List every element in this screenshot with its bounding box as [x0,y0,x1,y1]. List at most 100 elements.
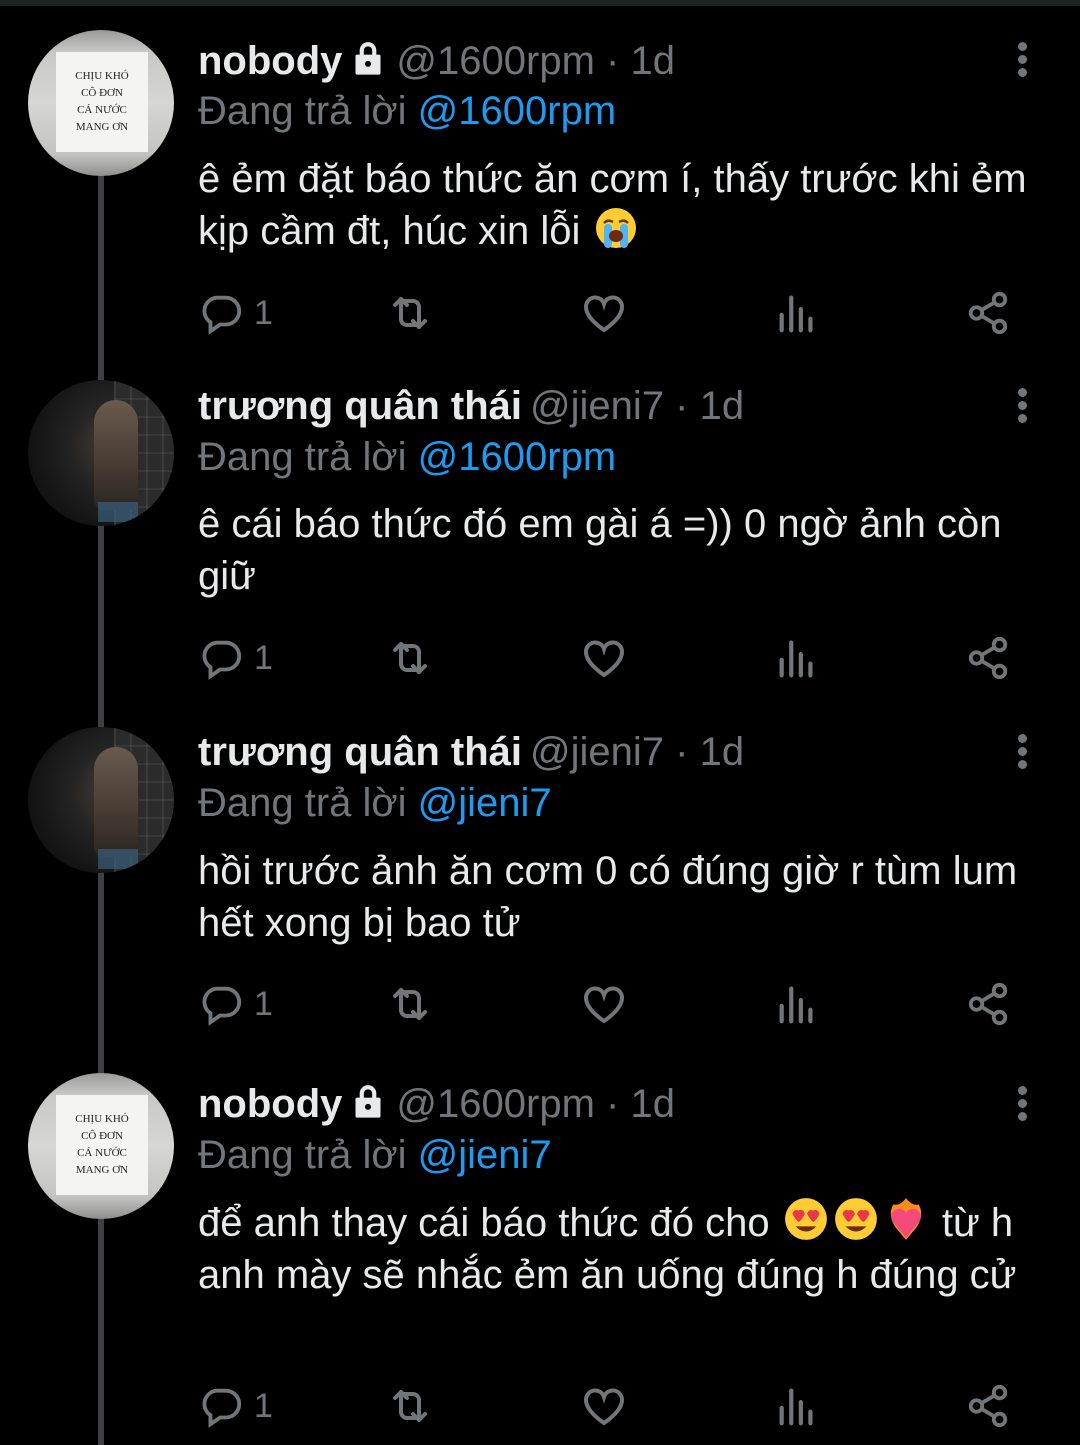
tweet-text: hồi trước ảnh ăn cơm 0 có đúng giờ r tùm… [198,845,1048,949]
bar-chart-icon [774,290,820,336]
heart-icon [580,634,628,682]
handle[interactable]: @1600rpm · 1d [396,1082,675,1126]
more-options-button[interactable] [1010,40,1034,80]
avatar[interactable] [28,727,174,873]
retweet-icon [386,634,434,682]
timestamp: 1d [699,730,745,774]
bar-chart-icon [774,635,820,681]
reply-mention-link[interactable]: @jieni7 [418,781,552,825]
loudly-crying-face-icon [595,208,636,248]
reply-mention-link[interactable]: @1600rpm [418,435,616,479]
sign-line: MANG ƠN [75,1164,129,1176]
retweet-button[interactable] [386,633,434,683]
analytics-button[interactable] [774,1381,820,1431]
sign-line: CÔ ĐƠN [81,1130,123,1142]
lock-icon [348,1081,388,1121]
display-name[interactable]: trương quân thái [198,384,522,428]
tweet-text: để anh thay cái báo thức đó cho từ h anh… [198,1196,1048,1301]
handle[interactable]: @jieni7 · 1d [530,384,744,428]
like-button[interactable] [580,288,628,338]
reply-mention-link[interactable]: @1600rpm [418,89,616,133]
share-icon [965,290,1011,336]
retweet-icon [386,1382,434,1430]
retweet-button[interactable] [386,1381,434,1431]
like-button[interactable] [580,1381,628,1431]
avatar-figure [94,747,138,857]
handle[interactable]: @jieni7 · 1d [530,730,744,774]
heart-icon [580,1382,628,1430]
reply-context: Đang trả lời @1600rpm [198,432,616,482]
heart-on-fire-icon [890,1198,921,1240]
heart-icon [580,289,628,337]
avatar[interactable] [28,380,174,526]
share-button[interactable] [965,633,1011,683]
reply-button[interactable]: 1 [198,979,273,1029]
tweet-header: trương quân thái @jieni7 · 1d [198,727,744,777]
analytics-button[interactable] [774,288,820,338]
more-options-button[interactable] [1010,732,1034,772]
tweet-actions: 1 [0,288,1080,338]
handle-text: @1600rpm [396,1082,595,1126]
avatar-detail [98,849,138,869]
reply-mention-link[interactable]: @jieni7 [418,1133,552,1177]
handle-text: @jieni7 [530,730,665,774]
top-divider [0,0,1080,6]
retweet-icon [386,289,434,337]
share-icon [965,635,1011,681]
reply-prefix: Đang trả lời [198,1133,407,1177]
reply-button[interactable]: 1 [198,288,273,338]
reply-button[interactable]: 1 [198,1381,273,1431]
analytics-button[interactable] [774,979,820,1029]
tweet-text: ê ẻm đặt báo thức ăn cơm í, thấy trước k… [198,153,1048,257]
timestamp: 1d [630,39,675,83]
reply-icon [198,981,244,1027]
share-icon [965,981,1011,1027]
reply-context: Đang trả lời @1600rpm [198,86,616,136]
share-button[interactable] [965,288,1011,338]
sign-line: MANG ƠN [75,121,129,133]
reply-context: Đang trả lời @jieni7 [198,1130,552,1180]
analytics-button[interactable] [774,633,820,683]
lock-icon [348,38,388,78]
tweet-header: nobody @1600rpm · 1d [198,36,675,86]
reply-icon [198,635,244,681]
avatar[interactable]: CHỊU KHÓ CÔ ĐƠN CÁ NƯỚC MANG ƠN [28,30,174,176]
display-name[interactable]: trương quân thái [198,730,522,774]
retweet-button[interactable] [386,288,434,338]
heart-eyes-face-icon [784,1198,827,1240]
bar-chart-icon [774,981,820,1027]
handle[interactable]: @1600rpm · 1d [396,39,675,83]
sign-line: CÁ NƯỚC [77,1147,127,1159]
like-button[interactable] [580,633,628,683]
bar-chart-icon [774,1383,820,1429]
tweet-text-before: để anh thay cái báo thức đó cho [198,1201,770,1245]
handle-text: @jieni7 [530,384,665,428]
retweet-button[interactable] [386,979,434,1029]
retweet-icon [386,980,434,1028]
display-name[interactable]: nobody [198,1082,342,1126]
tweet-actions: 1 [0,979,1080,1029]
reply-count: 1 [254,638,273,677]
sign-paper: CHỊU KHÓ CÔ ĐƠN CÁ NƯỚC MANG ƠN [56,52,148,152]
share-button[interactable] [965,979,1011,1029]
display-name[interactable]: nobody [198,39,342,83]
more-options-button[interactable] [1010,1084,1034,1124]
avatar[interactable]: CHỊU KHÓ CÔ ĐƠN CÁ NƯỚC MANG ƠN [28,1073,174,1219]
reply-prefix: Đang trả lời [198,435,407,479]
reply-prefix: Đang trả lời [198,781,407,825]
share-button[interactable] [965,1381,1011,1431]
reply-prefix: Đang trả lời [198,89,407,133]
reply-count: 1 [254,293,273,332]
tweet-text-content: hồi trước ảnh ăn cơm 0 có đúng giờ r tùm… [198,849,1018,945]
like-button[interactable] [580,979,628,1029]
sign-line: CHỊU KHÓ [75,1113,129,1125]
timestamp: 1d [630,1082,675,1126]
reply-button[interactable]: 1 [198,633,273,683]
heart-eyes-face-icon [834,1198,877,1240]
sign-line: CÁ NƯỚC [77,104,127,116]
reply-count: 1 [254,984,273,1023]
handle-text: @1600rpm [396,39,595,83]
more-options-button[interactable] [1010,386,1034,426]
tweet-actions: 1 [0,633,1080,683]
sign-line: CHỊU KHÓ [75,70,129,82]
